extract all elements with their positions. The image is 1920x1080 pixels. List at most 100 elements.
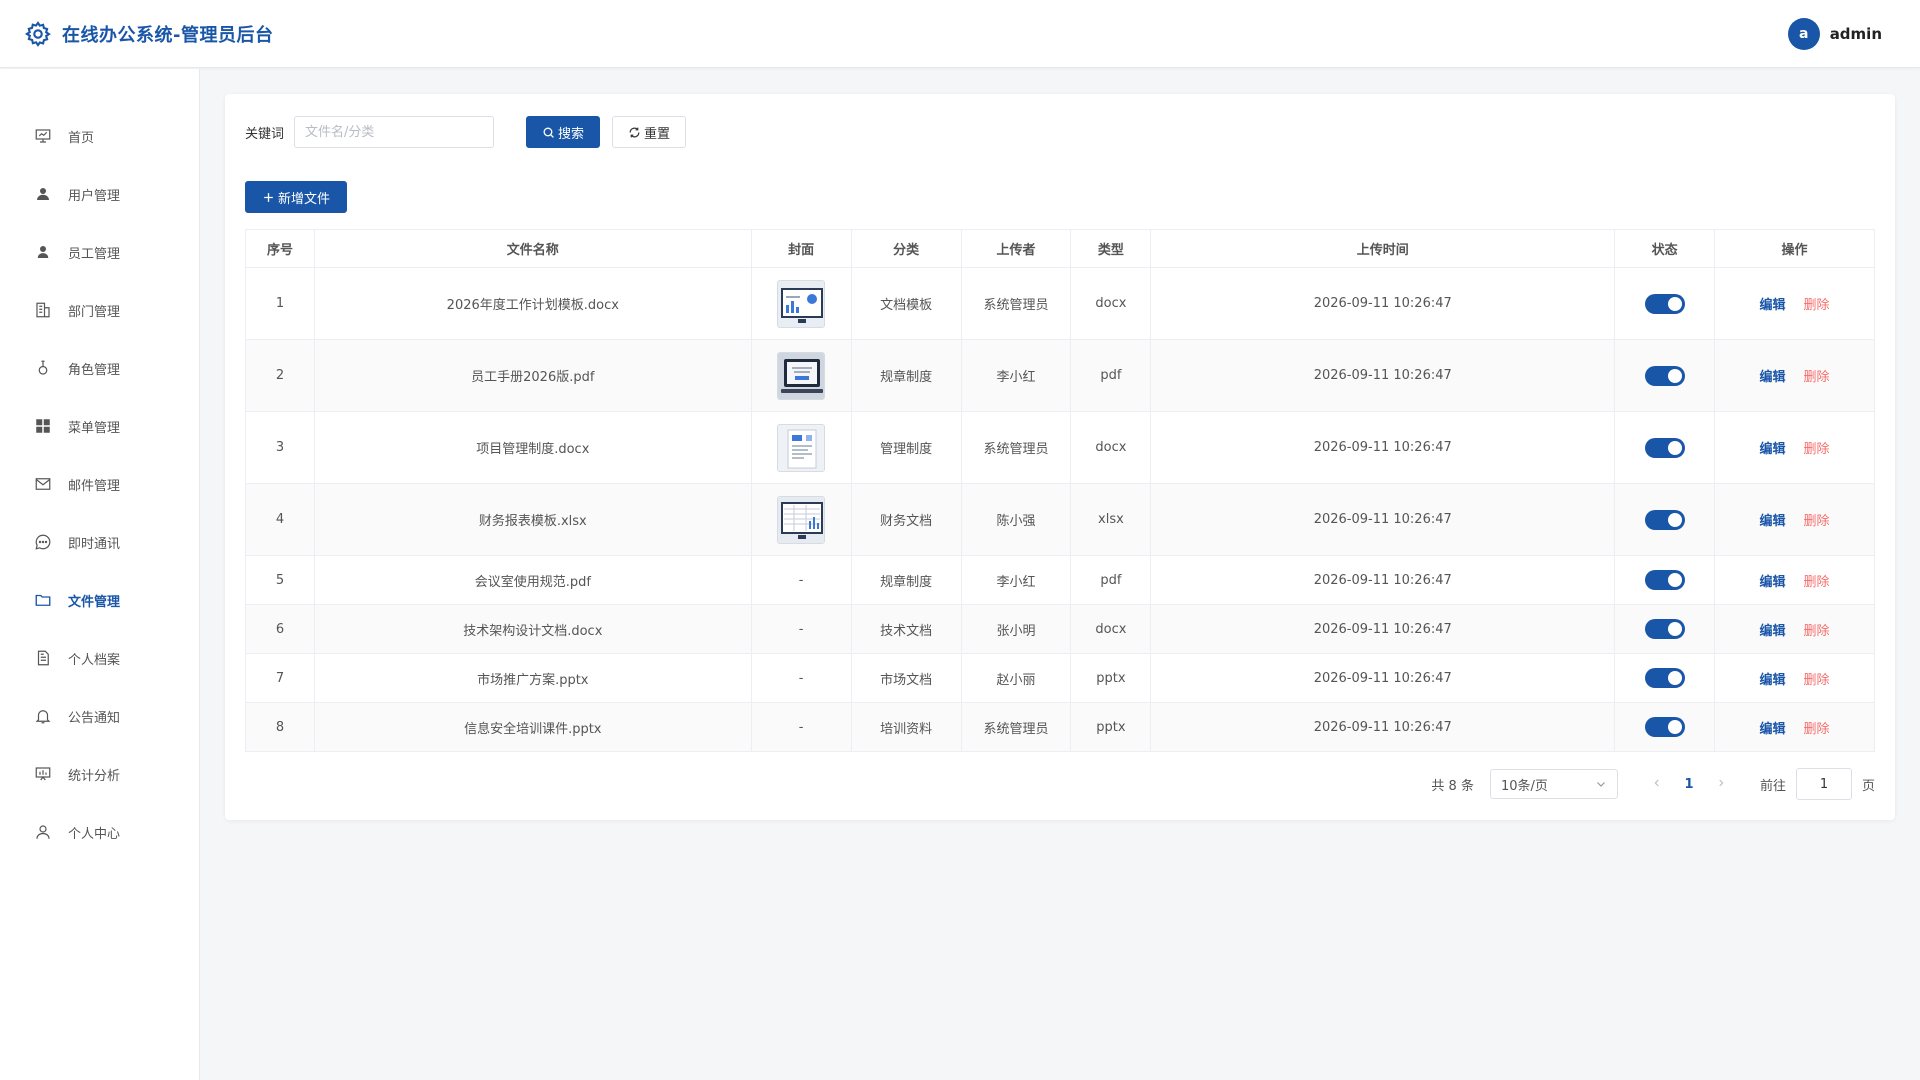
user-menu[interactable]: a admin [1787, 18, 1882, 50]
edit-button[interactable]: 编辑 [1760, 370, 1786, 385]
building-icon [36, 302, 50, 318]
cover-cell [750, 483, 852, 556]
sidebar-item-statistics[interactable]: 统计分析 [0, 754, 199, 794]
column-header: 序号 [245, 229, 315, 268]
prev-page-button[interactable] [1642, 777, 1672, 792]
sidebar-item-label: 即时通讯 [68, 536, 121, 552]
cover-thumbnail[interactable] [777, 495, 826, 544]
cover-thumbnail[interactable] [777, 279, 826, 328]
username[interactable]: admin [1830, 25, 1882, 43]
sidebar-item-profile-archive[interactable]: 个人档案 [0, 638, 199, 678]
sidebar-item-personal-center[interactable]: 个人中心 [0, 812, 199, 852]
cover-thumbnail[interactable] [777, 423, 826, 472]
actions-cell: 编辑 删除 [1714, 267, 1875, 340]
page-number-current[interactable]: 1 [1672, 777, 1706, 792]
edit-button[interactable]: 编辑 [1760, 624, 1786, 639]
status-toggle[interactable] [1644, 293, 1685, 314]
search-button[interactable]: 搜索 [526, 116, 601, 148]
edit-button[interactable]: 编辑 [1760, 722, 1786, 737]
status-toggle[interactable] [1644, 509, 1685, 530]
delete-button[interactable]: 删除 [1804, 514, 1830, 529]
status-toggle[interactable] [1644, 668, 1685, 688]
sidebar-item-employees[interactable]: 员工管理 [0, 232, 199, 272]
sidebar-item-label: 部门管理 [68, 304, 121, 320]
status-cell [1614, 555, 1716, 605]
sidebar-item-menus[interactable]: 菜单管理 [0, 406, 199, 446]
sidebar-item-home[interactable]: 首页 [0, 116, 199, 156]
edit-button[interactable]: 编辑 [1760, 514, 1786, 529]
avatar[interactable]: a [1787, 18, 1820, 50]
sidebar-item-departments[interactable]: 部门管理 [0, 290, 199, 330]
table-row: 6 技术架构设计文档.docx - 技术文档 张小明 docx 2026-09-… [245, 604, 1875, 654]
column-header: 文件名称 [313, 229, 752, 268]
status-cell [1614, 411, 1716, 484]
delete-button[interactable]: 删除 [1804, 442, 1830, 457]
cover-empty: - [750, 702, 852, 752]
column-header: 状态 [1614, 229, 1716, 268]
row-number: 7 [245, 653, 315, 703]
status-toggle[interactable] [1644, 619, 1685, 639]
reset-button-label: 重置 [644, 126, 671, 142]
cover-cell [750, 411, 852, 484]
edit-button[interactable]: 编辑 [1760, 298, 1786, 313]
search-button-label: 搜索 [558, 126, 585, 142]
delete-button[interactable]: 删除 [1804, 298, 1830, 313]
sidebar-item-label: 统计分析 [68, 768, 121, 784]
gear-icon [24, 21, 51, 47]
category: 规章制度 [850, 339, 962, 412]
delete-button[interactable]: 删除 [1804, 575, 1830, 590]
user-icon [37, 246, 49, 258]
cover-thumbnail[interactable] [777, 351, 826, 400]
status-toggle[interactable] [1644, 437, 1685, 458]
table-header-row: 序号 文件名称 封面 分类 上传者 类型 上传时间 状态 操作 [245, 229, 1875, 268]
upload-time: 2026-09-11 10:26:47 [1150, 411, 1616, 484]
file-type: docx [1070, 411, 1152, 484]
person-icon [36, 825, 50, 839]
folder-icon [35, 594, 51, 606]
refresh-icon [629, 127, 640, 137]
file-name: 2026年度工作计划模板.docx [313, 267, 752, 340]
delete-button[interactable]: 删除 [1804, 673, 1830, 688]
sidebar-item-roles[interactable]: 角色管理 [0, 348, 199, 388]
uploader: 张小明 [960, 604, 1072, 654]
top-header: 在线办公系统-管理员后台 a admin [0, 0, 1920, 68]
uploader: 赵小丽 [960, 653, 1072, 703]
category: 管理制度 [850, 411, 962, 484]
file-type: docx [1070, 604, 1152, 654]
delete-button[interactable]: 删除 [1804, 370, 1830, 385]
column-header: 上传时间 [1150, 229, 1616, 268]
add-file-button[interactable]: 新增文件 [245, 181, 347, 213]
delete-button[interactable]: 删除 [1804, 624, 1830, 639]
file-type: pptx [1070, 702, 1152, 752]
reset-button[interactable]: 重置 [612, 116, 687, 148]
sidebar-item-files[interactable]: 文件管理 [0, 580, 199, 620]
search-input[interactable] [294, 116, 495, 148]
sidebar-item-mail[interactable]: 邮件管理 [0, 464, 199, 504]
status-toggle[interactable] [1644, 717, 1685, 737]
total-count: 共 8 条 [1431, 778, 1474, 794]
file-name: 项目管理制度.docx [313, 411, 752, 484]
edit-button[interactable]: 编辑 [1760, 442, 1786, 457]
edit-button[interactable]: 编辑 [1760, 575, 1786, 590]
row-number: 1 [245, 267, 315, 340]
uploader: 系统管理员 [960, 267, 1072, 340]
brand: 在线办公系统-管理员后台 [24, 20, 273, 48]
edit-button[interactable]: 编辑 [1760, 673, 1786, 688]
next-page-button[interactable] [1706, 777, 1736, 792]
chevron-right-icon [1719, 779, 1724, 786]
table-row: 3 项目管理制度.docx 管理制度 系统管理员 docx 2026-09-11… [245, 411, 1875, 484]
actions-cell: 编辑 删除 [1714, 604, 1875, 654]
sidebar-item-chat[interactable]: 即时通讯 [0, 522, 199, 562]
row-number: 8 [245, 702, 315, 752]
goto-page-input[interactable] [1795, 768, 1852, 800]
sidebar-item-label: 文件管理 [68, 594, 121, 610]
status-toggle[interactable] [1644, 365, 1685, 386]
page-size-select[interactable]: 10条/页 [1489, 769, 1618, 799]
sidebar-item-users[interactable]: 用户管理 [0, 174, 199, 214]
delete-button[interactable]: 删除 [1804, 722, 1830, 737]
grid-icon [36, 419, 50, 433]
sidebar-item-label: 公告通知 [68, 710, 121, 726]
sidebar-item-notices[interactable]: 公告通知 [0, 696, 199, 736]
actions-cell: 编辑 删除 [1714, 702, 1875, 752]
status-toggle[interactable] [1644, 570, 1685, 590]
